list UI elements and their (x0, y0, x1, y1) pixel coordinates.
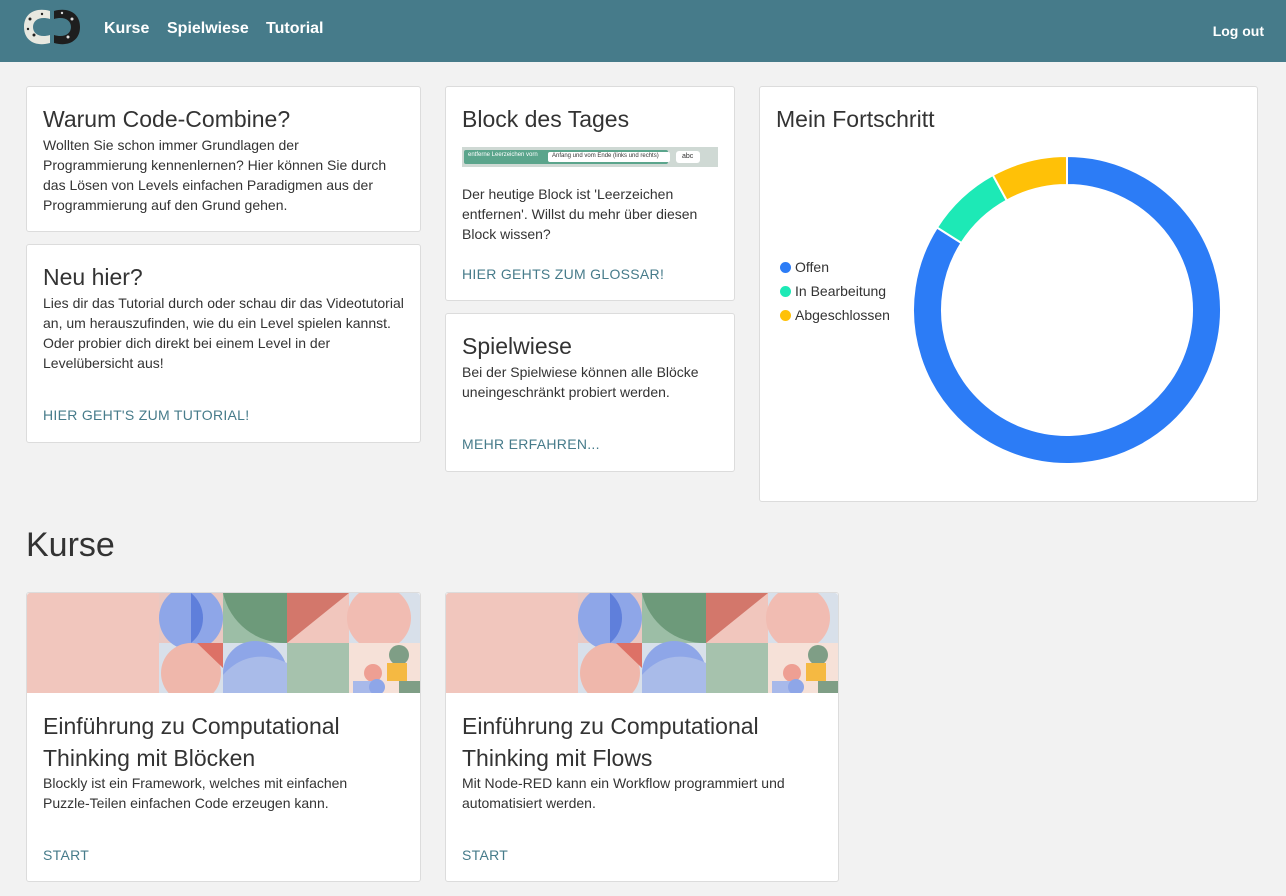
block-title: Block des Tages (462, 106, 630, 132)
legend-label: Abgeschlossen (795, 307, 890, 323)
course-banner-image (27, 593, 420, 693)
logout-link[interactable]: Log out (1213, 23, 1264, 39)
legend-swatch (780, 310, 791, 321)
progress-donut-chart (912, 155, 1222, 465)
legend-item-abgeschlossen[interactable]: Abgeschlossen (780, 305, 890, 325)
progress-title: Mein Fortschritt (776, 106, 935, 132)
block-slot-label: Anfang und vom Ende (links und rechts) (552, 153, 659, 159)
legend-item-in-bearbeitung[interactable]: In Bearbeitung (780, 281, 890, 301)
block-text: Der heutige Block ist 'Leerzeichen entfe… (462, 186, 698, 242)
spielwiese-card: Spielwiese Bei der Spielwiese können all… (445, 313, 735, 472)
spielwiese-text: Bei der Spielwiese können alle Blöcke un… (462, 364, 699, 400)
course-text: Mit Node-RED kann ein Workflow programmi… (462, 775, 785, 811)
block-label: entferne Leerzeichen vorn (468, 152, 538, 158)
block-preview: entferne Leerzeichen vorn Anfang und vom… (462, 147, 718, 167)
progress-card: Mein Fortschritt Offen In Bearbeitung Ab… (759, 86, 1258, 502)
why-text: Wollten Sie schon immer Grundlagen der P… (43, 137, 387, 213)
new-here-text: Lies dir das Tutorial durch oder schau d… (43, 295, 404, 371)
course-title: Einführung zu Computational Thinking mit… (462, 713, 759, 771)
new-here-card: Neu hier? Lies dir das Tutorial durch od… (26, 244, 421, 443)
nav-link-spielwiese[interactable]: Spielwiese (167, 20, 249, 38)
legend-swatch (780, 262, 791, 273)
spielwiese-title: Spielwiese (462, 333, 572, 359)
nav-link-tutorial[interactable]: Tutorial (266, 20, 323, 38)
legend-item-offen[interactable]: Offen (780, 257, 890, 277)
nav-link-kurse[interactable]: Kurse (104, 20, 149, 38)
tutorial-link[interactable]: HIER GEHT'S ZUM TUTORIAL! (43, 407, 249, 423)
course-card[interactable]: Einführung zu Computational Thinking mit… (26, 592, 421, 882)
navbar: Kurse Spielwiese Tutorial Log out (0, 0, 1286, 62)
courses-section-title: Kurse (26, 526, 115, 564)
donut-slice-in-bearbeitung[interactable] (935, 173, 1009, 245)
course-card[interactable]: Einführung zu Computational Thinking mit… (445, 592, 839, 882)
why-card: Warum Code-Combine? Wollten Sie schon im… (26, 86, 421, 232)
spielwiese-link[interactable]: MEHR ERFAHREN... (462, 436, 600, 452)
legend-label: In Bearbeitung (795, 283, 887, 299)
block-of-day-card: Block des Tages entferne Leerzeichen vor… (445, 86, 735, 301)
chart-legend: Offen In Bearbeitung Abgeschlossen (780, 257, 890, 329)
block-value: abc (682, 153, 694, 160)
code-combine-logo[interactable] (20, 5, 84, 49)
course-banner-image (446, 593, 838, 693)
new-here-title: Neu hier? (43, 264, 143, 290)
why-title: Warum Code-Combine? (43, 106, 291, 132)
legend-swatch (780, 286, 791, 297)
course-text: Blockly ist ein Framework, welches mit e… (43, 775, 348, 811)
glossary-link[interactable]: HIER GEHTS ZUM GLOSSAR! (462, 266, 664, 282)
course-start-link[interactable]: START (43, 847, 89, 863)
course-title: Einführung zu Computational Thinking mit… (43, 713, 340, 771)
course-start-link[interactable]: START (462, 847, 508, 863)
legend-label: Offen (795, 259, 829, 275)
donut-slice-abgeschlossen[interactable] (991, 155, 1068, 202)
